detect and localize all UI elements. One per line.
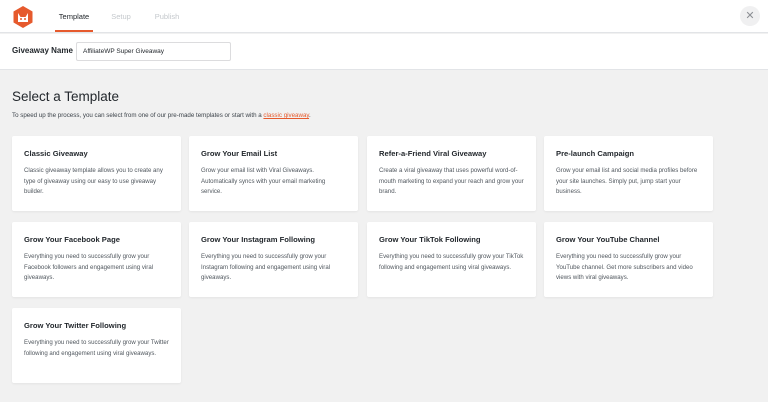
template-card-description: Grow your email list with Viral Giveaway… (201, 167, 326, 195)
template-card-description: Everything you need to successfully grow… (24, 253, 154, 281)
top-bar: Template Setup Publish ✕ (0, 0, 768, 33)
active-tab-indicator (55, 30, 93, 32)
tab-setup[interactable]: Setup (106, 0, 136, 33)
giveaway-name-label: Giveaway Name (12, 46, 73, 55)
template-card-refer-a-friend[interactable]: Refer-a-Friend Viral Giveaway Create a v… (367, 136, 536, 211)
template-card-title: Refer-a-Friend Viral Giveaway (379, 149, 487, 158)
template-card-title: Classic Giveaway (24, 149, 88, 158)
giveaway-name-bar: Giveaway Name (0, 34, 768, 70)
close-icon: ✕ (745, 9, 755, 22)
close-button[interactable]: ✕ (740, 6, 760, 26)
template-card-tiktok[interactable]: Grow Your TikTok Following Everything yo… (367, 222, 536, 297)
giveaway-name-input[interactable] (76, 42, 231, 61)
template-card-email-list[interactable]: Grow Your Email List Grow your email lis… (189, 136, 358, 211)
template-card-title: Pre-launch Campaign (556, 149, 635, 158)
page-title: Select a Template (12, 89, 120, 104)
tab-publish-label: Publish (154, 12, 180, 21)
section-description-end: . (309, 112, 311, 119)
template-card-description: Create a viral giveaway that uses powerf… (379, 167, 524, 195)
template-card-pre-launch[interactable]: Pre-launch Campaign Grow your email list… (544, 136, 713, 211)
template-card-description: Everything you need to successfully grow… (201, 253, 331, 281)
template-card-title: Grow Your TikTok Following (379, 235, 481, 244)
template-card-instagram[interactable]: Grow Your Instagram Following Everything… (189, 222, 358, 297)
template-card-twitter[interactable]: Grow Your Twitter Following Everything y… (12, 308, 181, 383)
template-card-description: Everything you need to successfully grow… (556, 253, 693, 281)
template-card-youtube[interactable]: Grow Your YouTube Channel Everything you… (544, 222, 713, 297)
template-card-classic-giveaway[interactable]: Classic Giveaway Classic giveaway templa… (12, 136, 181, 211)
section-description: To speed up the process, you can select … (12, 112, 311, 119)
template-card-description: Classic giveaway template allows you to … (24, 167, 163, 195)
template-card-description: Everything you need to successfully grow… (24, 339, 169, 357)
template-card-title: Grow Your Instagram Following (201, 235, 316, 244)
tab-publish[interactable]: Publish (150, 0, 184, 33)
template-card-description: Grow your email list and social media pr… (556, 167, 698, 195)
template-card-description: Everything you need to successfully grow… (379, 253, 524, 271)
tab-setup-label: Setup (111, 12, 131, 21)
template-card-facebook[interactable]: Grow Your Facebook Page Everything you n… (12, 222, 181, 297)
rafflepress-logo-icon (13, 6, 33, 28)
tab-template[interactable]: Template (55, 0, 93, 33)
classic-giveaway-link[interactable]: classic giveaway (263, 112, 309, 119)
tab-template-label: Template (58, 12, 90, 21)
template-card-title: Grow Your Email List (201, 149, 278, 158)
section-description-text: To speed up the process, you can select … (12, 112, 264, 119)
template-card-title: Grow Your YouTube Channel (556, 235, 660, 244)
template-card-title: Grow Your Twitter Following (24, 321, 127, 330)
template-card-title: Grow Your Facebook Page (24, 235, 120, 244)
